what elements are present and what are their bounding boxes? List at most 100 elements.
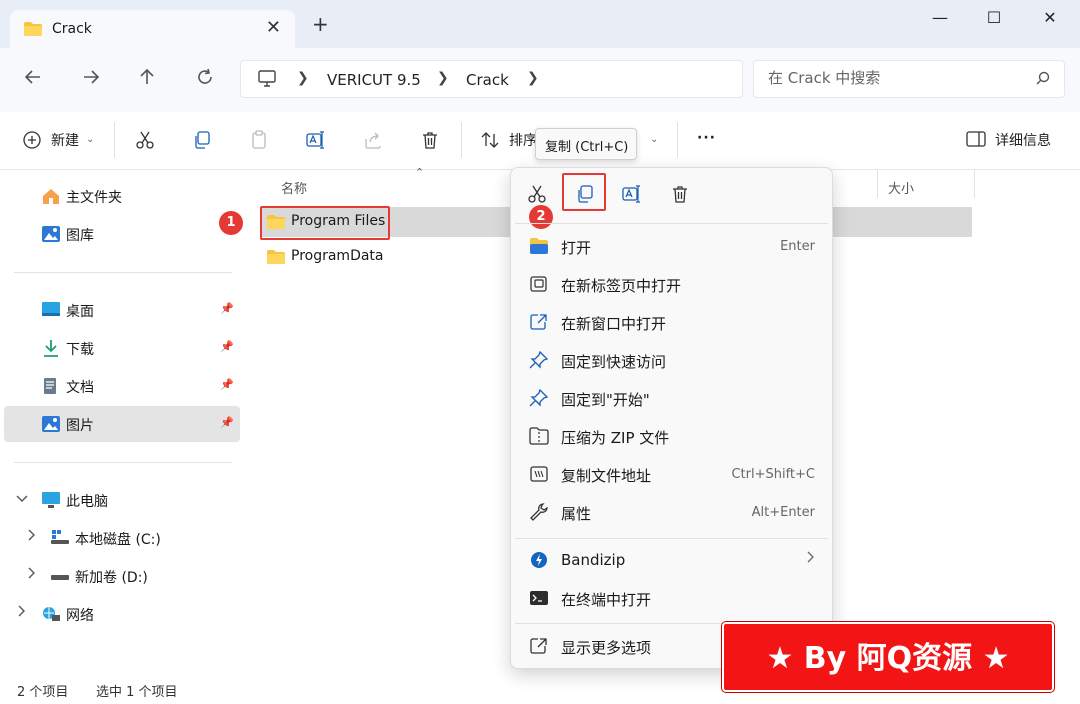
copy-tooltip: 复制 (Ctrl+C)	[535, 128, 637, 160]
drive-icon	[50, 567, 70, 587]
refresh-icon	[198, 68, 212, 84]
menu-item-bandizip[interactable]: Bandizip	[517, 543, 827, 579]
chevron-right-icon	[807, 551, 815, 567]
sidebar-item-network[interactable]: 网络	[4, 596, 240, 632]
menu-item-label: 在终端中打开	[561, 591, 652, 609]
menu-item-copy-path[interactable]: 复制文件地址 Ctrl+Shift+C	[517, 457, 827, 493]
list-item[interactable]: ProgramData	[267, 243, 407, 271]
menu-item-open-terminal[interactable]: 在终端中打开	[517, 581, 827, 617]
menu-item-label: 显示更多选项	[561, 639, 652, 657]
chevron-down-icon[interactable]: ⌄	[650, 134, 658, 145]
new-window-icon	[529, 313, 549, 335]
sort-button[interactable]: 排序	[509, 130, 537, 150]
sidebar-item-label: 网络	[66, 608, 94, 624]
step-badge-1: 1	[219, 211, 243, 235]
tab-crack[interactable]: Crack ✕	[10, 10, 295, 48]
menu-item-label: 属性	[561, 505, 592, 523]
sidebar-item-label: 图片	[66, 418, 94, 434]
rename-icon[interactable]	[621, 184, 643, 208]
up-button[interactable]	[138, 68, 156, 90]
new-label[interactable]: 新建	[51, 130, 79, 150]
column-header-name[interactable]: 名称	[281, 178, 307, 197]
menu-item-shortcut: Ctrl+Shift+C	[731, 467, 815, 482]
column-divider	[877, 170, 878, 198]
cut-button[interactable]	[135, 130, 155, 154]
new-button[interactable]	[22, 130, 42, 154]
breadcrumb-crack[interactable]: Crack	[466, 71, 509, 89]
search-input[interactable]	[768, 69, 1028, 87]
windows-drive-icon	[50, 529, 70, 549]
sidebar-item-label: 文档	[66, 380, 94, 396]
menu-item-pin-quick-access[interactable]: 固定到快速访问	[517, 343, 827, 379]
toolbar-divider	[677, 122, 678, 158]
arrow-left-icon	[24, 70, 40, 84]
document-icon	[41, 377, 59, 399]
plus-circle-icon	[23, 131, 41, 149]
search-icon	[1036, 71, 1050, 89]
delete-button[interactable]	[420, 130, 440, 154]
tab-close-button[interactable]: ✕	[266, 17, 281, 38]
search-box[interactable]	[753, 60, 1065, 98]
sidebar-item-downloads[interactable]: 下载 📌	[4, 330, 240, 366]
chevron-down-icon[interactable]	[16, 492, 28, 506]
menu-item-shortcut: Alt+Enter	[751, 505, 815, 520]
chevron-right-icon[interactable]: ❯	[527, 70, 539, 86]
menu-item-open-new-tab[interactable]: 在新标签页中打开	[517, 267, 827, 303]
minimize-button[interactable]: —	[920, 8, 960, 32]
close-window-button[interactable]: ✕	[1030, 8, 1070, 32]
refresh-button[interactable]	[196, 68, 214, 90]
sidebar-item-label: 新加卷 (D:)	[75, 570, 148, 586]
new-tab-button[interactable]: +	[312, 14, 329, 34]
sidebar-item-drive-d[interactable]: 新加卷 (D:)	[4, 558, 240, 594]
chevron-right-icon[interactable]	[18, 605, 26, 620]
rename-button[interactable]	[305, 130, 327, 154]
scissors-icon	[136, 131, 154, 149]
menu-item-pin-start[interactable]: 固定到"开始"	[517, 381, 827, 417]
menu-item-properties[interactable]: 属性 Alt+Enter	[517, 495, 827, 531]
forward-button[interactable]	[82, 68, 100, 90]
trash-icon[interactable]	[670, 184, 690, 208]
pin-icon	[529, 388, 549, 411]
menu-item-open[interactable]: 打开 Enter	[517, 229, 827, 265]
share-button[interactable]	[363, 130, 383, 154]
sidebar-item-documents[interactable]: 文档 📌	[4, 368, 240, 404]
sidebar-item-pictures[interactable]: 图片 📌	[4, 406, 240, 442]
pin-icon	[529, 350, 549, 373]
sort-icon[interactable]	[480, 130, 500, 154]
copy-button[interactable]	[192, 130, 212, 154]
network-icon	[41, 605, 61, 627]
pin-icon[interactable]: 📌	[220, 302, 234, 315]
details-button[interactable]: 详细信息	[995, 130, 1051, 150]
trash-icon	[423, 132, 437, 149]
maximize-button[interactable]: ☐	[974, 8, 1014, 32]
sidebar-divider	[14, 272, 232, 273]
sidebar-item-drive-c[interactable]: 本地磁盘 (C:)	[4, 520, 240, 556]
sidebar-item-this-pc[interactable]: 此电脑	[4, 482, 240, 518]
menu-item-open-new-window[interactable]: 在新窗口中打开	[517, 305, 827, 341]
pin-icon[interactable]: 📌	[220, 340, 234, 353]
address-bar[interactable]: ❯ VERICUT 9.5 ❯ Crack ❯	[240, 60, 743, 98]
folder-icon	[267, 250, 285, 268]
pin-icon[interactable]: 📌	[220, 378, 234, 391]
back-button[interactable]	[24, 68, 42, 90]
menu-item-label: 在新窗口中打开	[561, 315, 667, 333]
pin-icon[interactable]: 📌	[220, 416, 234, 429]
chevron-right-icon[interactable]	[28, 529, 36, 544]
chevron-down-icon[interactable]: ⌄	[86, 134, 94, 145]
toolbar-divider	[461, 122, 462, 158]
breadcrumb-vericut[interactable]: VERICUT 9.5	[327, 71, 421, 89]
details-pane-icon[interactable]	[966, 130, 986, 152]
paste-button[interactable]	[249, 130, 269, 154]
share-icon	[365, 132, 381, 149]
arrow-right-icon	[84, 70, 100, 84]
more-button[interactable]: ···	[697, 130, 716, 146]
menu-item-label: 固定到快速访问	[561, 353, 667, 371]
chevron-right-icon[interactable]	[28, 567, 36, 582]
column-header-size[interactable]: 大小	[888, 178, 914, 197]
sidebar-item-gallery[interactable]: 图库	[4, 216, 240, 252]
sidebar-item-home[interactable]: 主文件夹	[4, 178, 240, 214]
sidebar-item-desktop[interactable]: 桌面 📌	[4, 292, 240, 328]
navigation-bar: ❯ VERICUT 9.5 ❯ Crack ❯	[0, 48, 1080, 112]
sidebar-item-label: 图库	[66, 228, 94, 244]
menu-item-compress-zip[interactable]: 压缩为 ZIP 文件	[517, 419, 827, 455]
